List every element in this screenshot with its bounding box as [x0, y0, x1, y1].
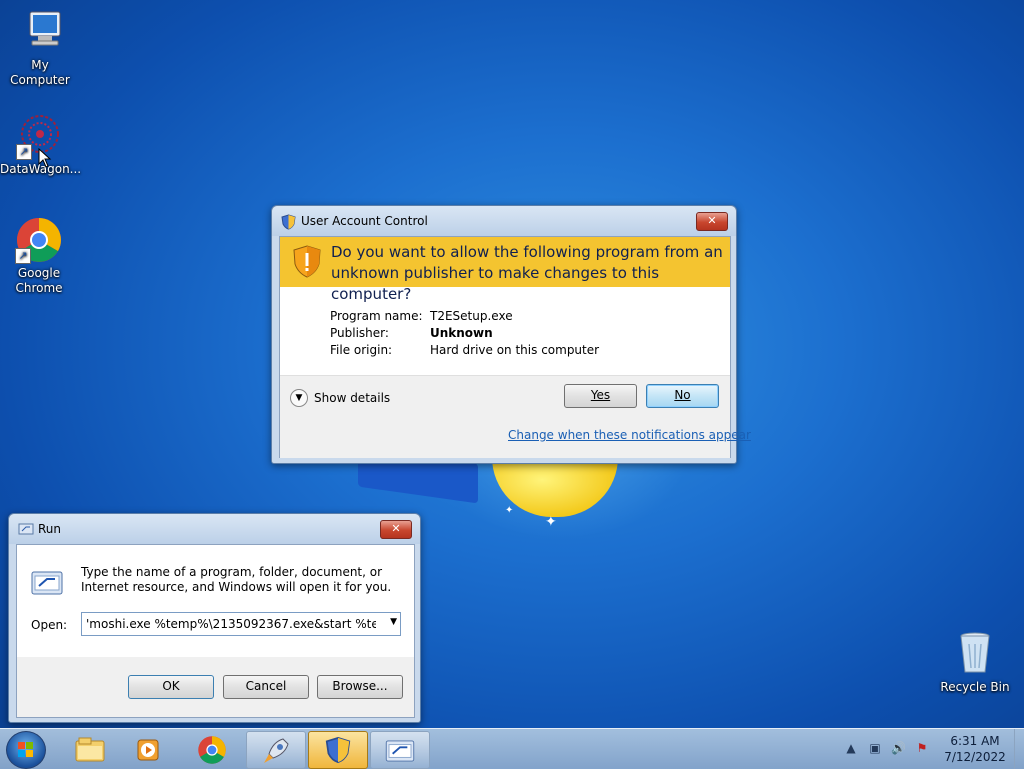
rocket-icon	[261, 736, 291, 769]
uac-detail-value: Unknown	[430, 326, 493, 340]
uac-footer: ▼ Show details Yes No Change when these …	[280, 375, 751, 458]
show-desktop-button[interactable]	[1014, 729, 1024, 769]
folder-icon	[75, 737, 105, 766]
taskbar-media-player[interactable]	[120, 731, 178, 767]
chevron-down-icon: ▼	[290, 389, 308, 407]
desktop-icon-label: Google Chrome	[15, 266, 63, 295]
run-titlebar[interactable]: Run ✕	[9, 514, 420, 544]
recycle-bin-icon	[951, 630, 999, 678]
dropdown-arrow-icon[interactable]: ▼	[390, 617, 397, 627]
run-dialog: Run ✕ Type the name of a program, folder…	[8, 513, 421, 723]
clock-time: 6:31 AM	[950, 734, 1000, 748]
desktop-icon-label: My Computer	[10, 58, 70, 87]
taskbar-uac[interactable]	[308, 731, 368, 769]
uac-detail-value: Hard drive on this computer	[430, 343, 600, 357]
mouse-cursor-icon	[38, 147, 52, 171]
taskbar-chrome[interactable]	[183, 731, 241, 767]
uac-titlebar[interactable]: User Account Control ✕	[272, 206, 736, 236]
taskbar-run[interactable]	[370, 731, 430, 769]
taskbar-datawagon[interactable]	[246, 731, 306, 769]
open-label: Open:	[31, 618, 68, 632]
show-hidden-icons-icon[interactable]: ▲	[844, 741, 858, 755]
shortcut-arrow-icon: ↗	[15, 248, 31, 264]
uac-dialog: User Account Control ✕ Do you want to al…	[271, 205, 751, 464]
run-upper: Type the name of a program, folder, docu…	[17, 545, 414, 657]
run-close-button[interactable]: ✕	[380, 520, 412, 539]
open-input[interactable]: 'moshi.exe %temp%\2135092367.exe&start %…	[86, 617, 376, 631]
uac-question: Do you want to allow the following progr…	[331, 243, 723, 303]
clock-date: 7/12/2022	[944, 750, 1006, 764]
run-program-icon	[31, 571, 63, 598]
clock[interactable]: 6:31 AM 7/12/2022	[940, 733, 1010, 765]
ok-button[interactable]: OK	[128, 675, 214, 699]
action-center-flag-icon[interactable]: ⚑	[915, 741, 929, 755]
uac-detail-label: Program name:	[330, 309, 423, 323]
media-player-icon	[136, 737, 162, 766]
taskbar: ▲ ▣ 🔊 ⚑ 6:31 AM 7/12/2022	[0, 728, 1024, 769]
chrome-icon: ↗	[15, 216, 63, 264]
uac-detail-value: T2ESetup.exe	[430, 309, 513, 323]
desktop-icon-label: Recycle Bin	[940, 680, 1010, 694]
windows-logo-icon	[18, 742, 34, 758]
uac-title: User Account Control	[301, 214, 428, 228]
uac-body: Do you want to allow the following progr…	[279, 236, 751, 458]
uac-close-button[interactable]: ✕	[696, 212, 728, 231]
run-description: Type the name of a program, folder, docu…	[81, 565, 392, 594]
shield-icon	[281, 214, 296, 233]
wallpaper-sparkle: ✦	[505, 505, 514, 516]
change-notifications-link[interactable]: Change when these notifications appear	[508, 428, 751, 442]
uac-detail-label: File origin:	[330, 343, 393, 357]
wallpaper-sparkle: ✦	[545, 514, 557, 530]
run-icon	[385, 740, 415, 765]
chrome-icon	[197, 735, 227, 768]
shortcut-arrow-icon: ↗	[16, 144, 32, 160]
uac-detail-label: Publisher:	[330, 326, 389, 340]
desktop-icon-google-chrome[interactable]: ↗ Google Chrome	[0, 216, 79, 296]
warning-shield-icon	[292, 245, 322, 282]
uac-warning-banner: Do you want to allow the following progr…	[280, 237, 730, 303]
run-body: Type the name of a program, folder, docu…	[16, 544, 415, 718]
no-button[interactable]: No	[646, 384, 719, 408]
computer-icon	[16, 8, 64, 56]
desktop-icon-my-computer[interactable]: My Computer	[0, 8, 80, 88]
cancel-button[interactable]: Cancel	[223, 675, 309, 699]
run-icon	[18, 523, 34, 538]
yes-button[interactable]: Yes	[564, 384, 637, 408]
show-details-label: Show details	[314, 391, 391, 405]
browse-button[interactable]: Browse...	[317, 675, 403, 699]
desktop-icon-recycle-bin[interactable]: Recycle Bin	[935, 630, 1015, 695]
open-combobox[interactable]: 'moshi.exe %temp%\2135092367.exe&start %…	[81, 612, 401, 636]
volume-icon[interactable]: 🔊	[891, 741, 906, 755]
shield-icon	[325, 736, 351, 767]
run-title: Run	[38, 522, 62, 536]
start-button[interactable]	[6, 731, 46, 769]
taskbar-explorer[interactable]	[60, 731, 118, 767]
network-icon[interactable]: ▣	[868, 741, 882, 755]
